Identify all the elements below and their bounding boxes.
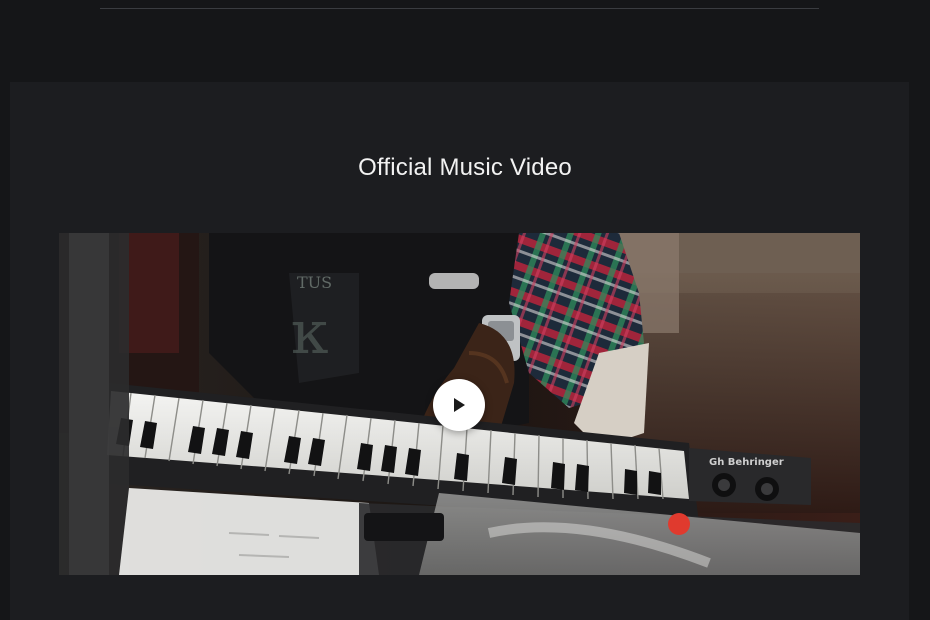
keyboard-brand-label: Gh Behringer: [709, 457, 784, 468]
svg-text:ĸ: ĸ: [291, 298, 328, 368]
page: Official Music Video TUS ĸ Gh Behringer: [0, 0, 930, 620]
play-icon: [454, 398, 465, 412]
section-title: Official Music Video: [358, 154, 572, 181]
play-button[interactable]: [433, 379, 485, 431]
svg-text:TUS: TUS: [297, 273, 332, 292]
top-divider: [100, 8, 819, 9]
